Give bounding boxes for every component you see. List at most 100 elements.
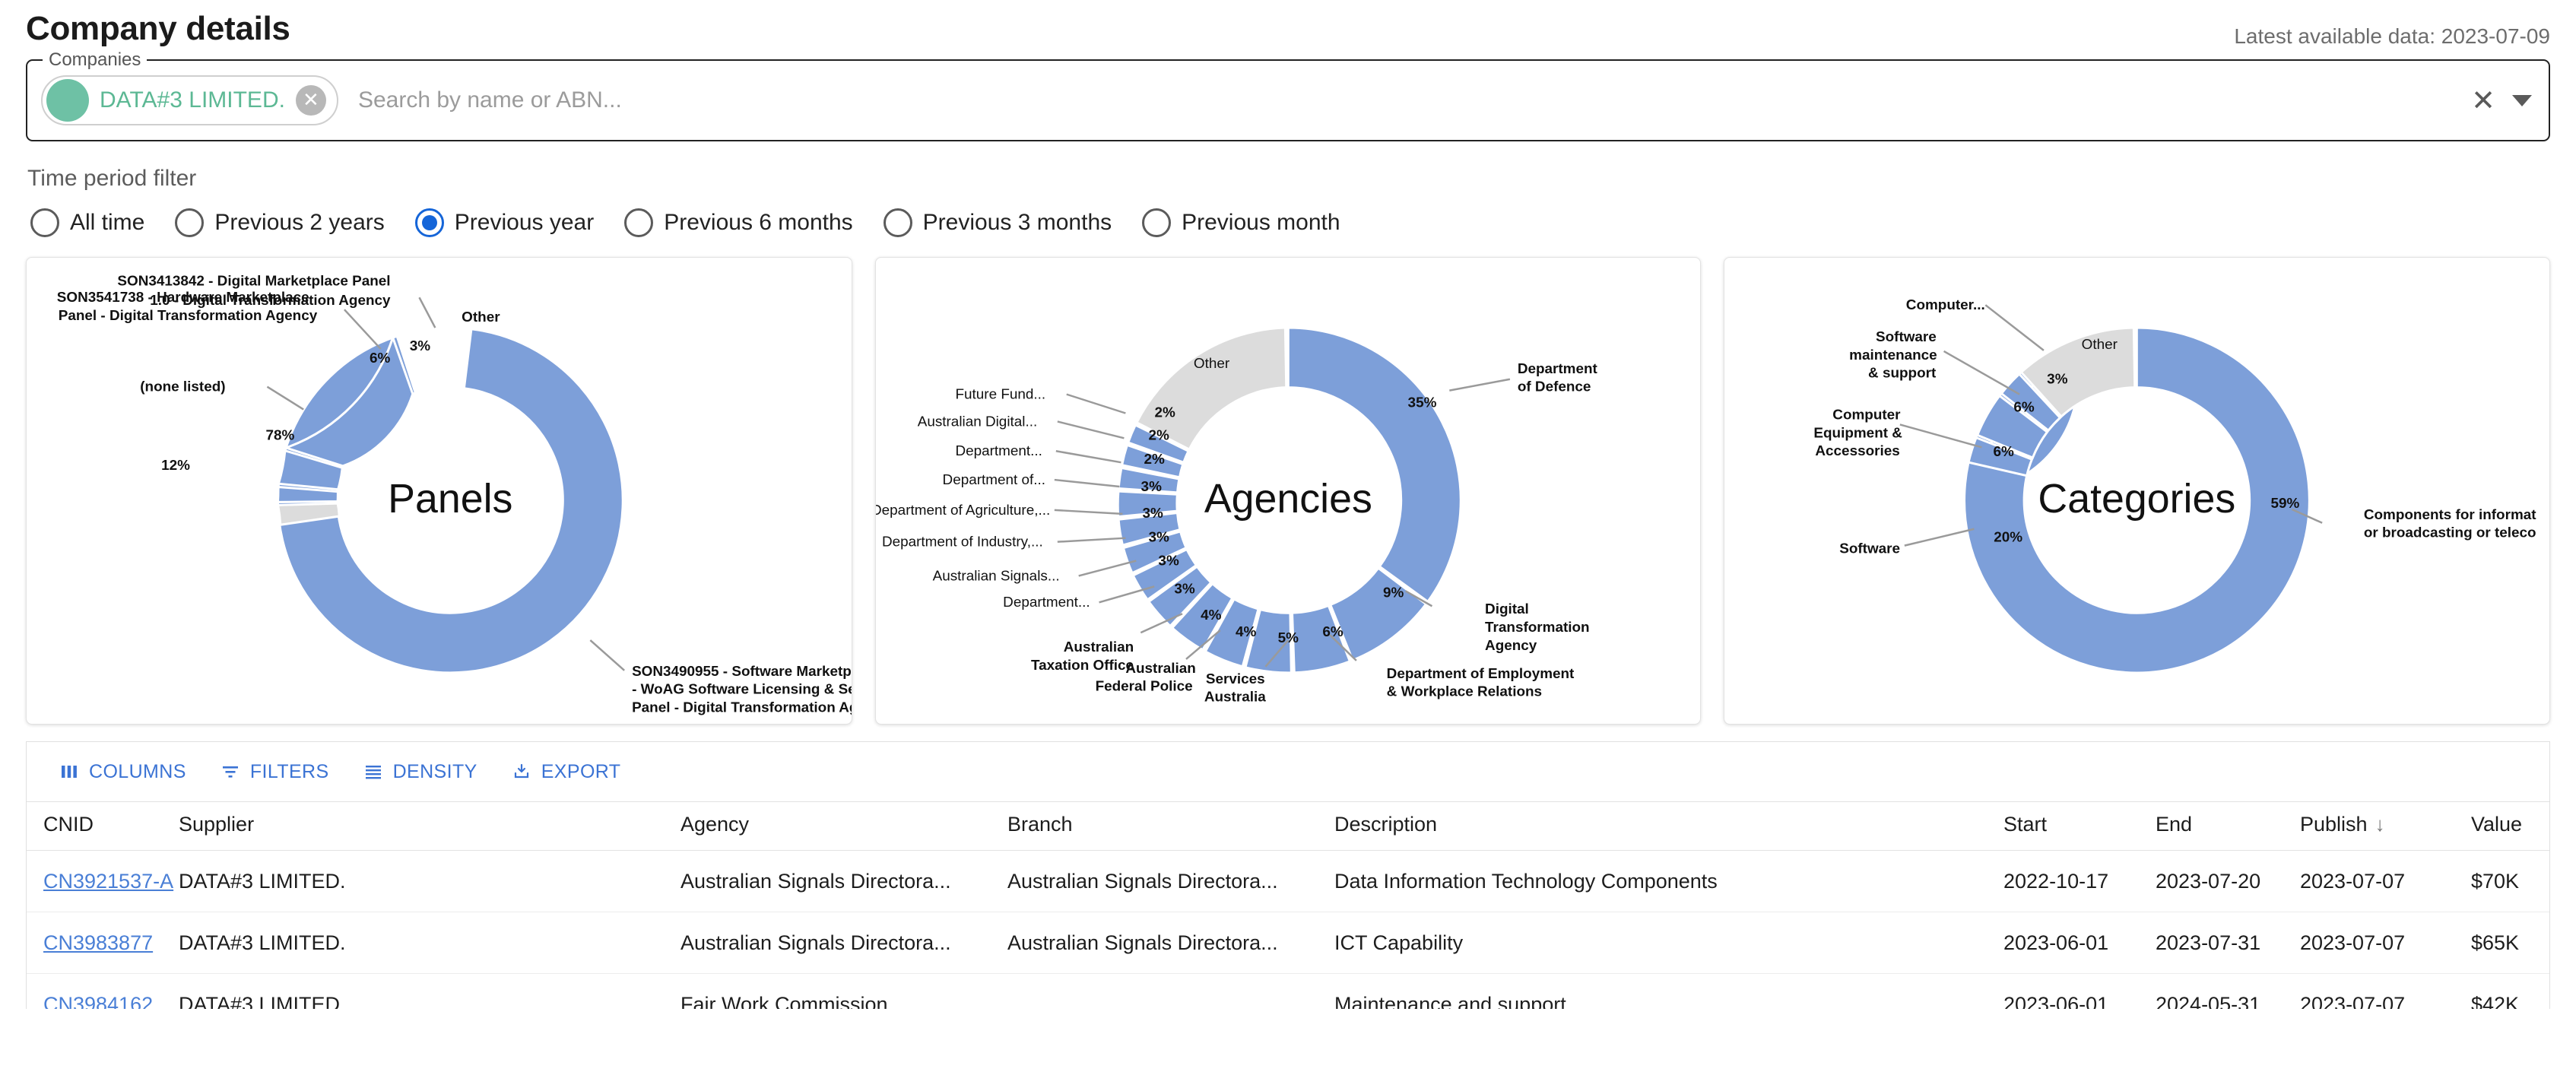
agencies-label-defence-1: Department — [1518, 361, 1598, 377]
col-header-publish[interactable]: Publish↓ — [2300, 802, 2471, 851]
density-button[interactable]: DENSITY — [346, 753, 494, 791]
filters-button[interactable]: FILTERS — [203, 753, 346, 791]
radio-previous-2-years[interactable]: Previous 2 years — [164, 208, 404, 237]
col-header-branch[interactable]: Branch — [1007, 802, 1334, 851]
field-actions: ✕ — [2471, 86, 2538, 115]
company-chip[interactable]: DATA#3 LIMITED. ✕ — [41, 75, 338, 125]
agencies-label-dta-1: Digital — [1485, 601, 1529, 617]
companies-field-wrap: Companies DATA#3 LIMITED. ✕ ✕ — [26, 59, 2550, 141]
col-header-agency[interactable]: Agency — [680, 802, 1007, 851]
col-header-end[interactable]: End — [2156, 802, 2300, 851]
leader-line — [344, 309, 381, 349]
export-button[interactable]: EXPORT — [494, 753, 638, 791]
radio-label: Previous 3 months — [923, 210, 1112, 236]
leader-line — [1066, 395, 1125, 414]
leader-line — [1986, 305, 2045, 350]
cell-start: 2022-10-17 — [2003, 851, 2156, 912]
panels-label-other: Other — [462, 309, 500, 325]
col-header-cnid[interactable]: CNID — [27, 802, 179, 851]
categories-label-equipment-3: Accessories — [1816, 443, 1900, 459]
agencies-label-afp-2: Federal Police — [1095, 679, 1192, 695]
cell-start: 2023-06-01 — [2003, 912, 2156, 974]
cnid-link[interactable]: CN3983877 — [43, 931, 153, 954]
cell-agency: Australian Signals Directora... — [680, 912, 1007, 974]
company-chip-label: DATA#3 LIMITED. — [100, 87, 285, 113]
cell-description: ICT Capability — [1334, 912, 2003, 974]
leader-line — [419, 297, 435, 328]
cell-publish: 2023-07-07 — [2300, 974, 2471, 1010]
density-icon — [363, 763, 384, 781]
results-table: CNID Supplier Agency Branch Description … — [27, 801, 2550, 1009]
cell-publish: 2023-07-07 — [2300, 851, 2471, 912]
categories-label-computer: Computer... — [1906, 297, 1985, 313]
categories-pct-maintenance: 6% — [2014, 400, 2035, 416]
table-header: CNID Supplier Agency Branch Description … — [27, 802, 2550, 851]
radio-previous-6-months[interactable]: Previous 6 months — [614, 208, 872, 237]
agencies-label-dept2: Department... — [955, 443, 1042, 459]
radio-previous-3-months[interactable]: Previous 3 months — [873, 208, 1131, 237]
time-period-radio-group: All time Previous 2 years Previous year … — [20, 208, 2576, 237]
table-row[interactable]: CN3921537-A DATA#3 LIMITED. Australian S… — [27, 851, 2550, 912]
export-icon — [511, 763, 532, 781]
agencies-label-ato-1: Australian — [1063, 639, 1133, 655]
radio-all-time[interactable]: All time — [20, 208, 164, 237]
leader-line — [1055, 480, 1120, 487]
columns-button[interactable]: COLUMNS — [42, 753, 203, 791]
cell-publish: 2023-07-07 — [2300, 912, 2471, 974]
radio-previous-month[interactable]: Previous month — [1131, 208, 1359, 237]
agencies-pct-ausdigital: 2% — [1148, 427, 1169, 443]
panels-pct-6: 6% — [370, 350, 391, 366]
cnid-link[interactable]: CN3921537-A — [43, 870, 173, 893]
categories-label-software: Software — [1840, 541, 1901, 557]
leader-line — [1900, 424, 1981, 447]
cell-description: Data Information Technology Components — [1334, 851, 2003, 912]
grid-toolbar: COLUMNS FILTERS DENSITY — [27, 742, 2549, 801]
agencies-label-dta-2: Transformation — [1485, 620, 1590, 636]
col-header-description[interactable]: Description — [1334, 802, 2003, 851]
table-row[interactable]: CN3983877 DATA#3 LIMITED. Australian Sig… — [27, 912, 2550, 974]
close-circle-icon[interactable]: ✕ — [296, 85, 326, 116]
radio-circle-icon — [30, 208, 59, 237]
chart-categories[interactable]: 59% 20% 6% 6% 3% Computer... Software ma… — [1724, 257, 2550, 725]
cnid-link[interactable]: CN3984162 — [43, 993, 153, 1010]
panels-pct-78: 78% — [265, 427, 294, 443]
chart-panels[interactable]: 78% 12% 6% 3% SON3413842 - Digital Marke… — [26, 257, 852, 725]
col-header-start[interactable]: Start — [2003, 802, 2156, 851]
agencies-pct-deptof: 3% — [1140, 479, 1162, 495]
companies-legend: Companies — [43, 49, 147, 71]
panels-label-software-marketplace: SON3490955 - Software Marketplac — [632, 664, 852, 680]
radio-circle-icon — [624, 208, 653, 237]
companies-autocomplete[interactable]: Companies DATA#3 LIMITED. ✕ ✕ — [26, 59, 2550, 141]
bookmark-icon[interactable] — [2571, 79, 2576, 119]
search-input[interactable] — [357, 87, 2471, 114]
agencies-label-signals: Australian Signals... — [932, 568, 1059, 584]
cell-agency: Australian Signals Directora... — [680, 851, 1007, 912]
radio-label: All time — [70, 210, 144, 236]
categories-label-components-2: or broadcasting or teleco — [2364, 525, 2536, 541]
col-header-value[interactable]: Value — [2471, 802, 2550, 851]
col-header-supplier[interactable]: Supplier — [179, 802, 680, 851]
agencies-pct-futurefund: 2% — [1154, 404, 1175, 420]
filters-button-label: FILTERS — [250, 761, 329, 783]
cell-agency: Fair Work Commission — [680, 974, 1007, 1010]
panels-label-hardware-marketplace: SON3541738 - Hardware Marketplace — [57, 290, 309, 306]
agencies-label-ato-2: Taxation Office — [1031, 658, 1134, 674]
leader-line — [1056, 451, 1121, 462]
leader-line — [590, 640, 624, 671]
cell-end: 2023-07-20 — [2156, 851, 2300, 912]
table-row[interactable]: CN3984162 DATA#3 LIMITED. Fair Work Comm… — [27, 974, 2550, 1010]
categories-label-components-1: Components for informat — [2364, 507, 2536, 523]
clear-x-icon[interactable]: ✕ — [2471, 86, 2495, 115]
radio-previous-year[interactable]: Previous year — [404, 208, 614, 237]
panels-label-software-marketplace-2: - WoAG Software Licensing & Ser — [632, 682, 852, 698]
agencies-pct-services: 5% — [1277, 630, 1299, 646]
panels-label-software-marketplace-3: Panel - Digital Transformation Ag — [632, 700, 852, 716]
agencies-pct-agri: 3% — [1142, 506, 1163, 522]
chevron-down-icon[interactable] — [2512, 95, 2532, 106]
agencies-label-services-2: Australia — [1204, 690, 1266, 706]
density-button-label: DENSITY — [393, 761, 477, 783]
leader-line — [267, 387, 303, 410]
chart-agencies[interactable]: 35% 9% 6% 5% 4% 4% 3% 3% 3% 3% 3% 2% 2% … — [875, 257, 1702, 725]
table-header-row: CNID Supplier Agency Branch Description … — [27, 802, 2550, 851]
avatar — [46, 79, 89, 122]
